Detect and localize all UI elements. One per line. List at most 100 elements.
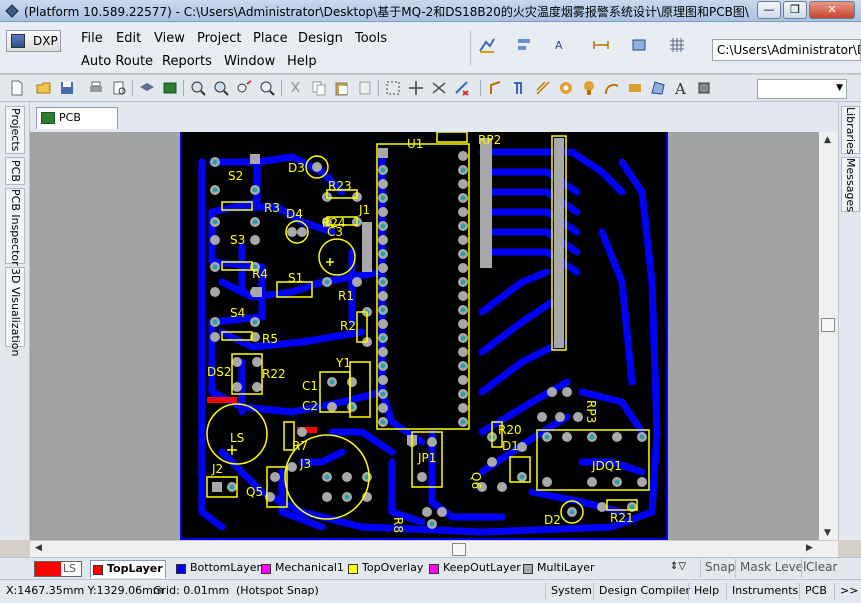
tab-messages[interactable]: Messages (841, 157, 860, 212)
horizontal-scrollbar[interactable]: ◀ ▶ (30, 540, 838, 557)
move-icon[interactable] (407, 79, 425, 97)
scroll-left-icon[interactable]: ◀ (35, 543, 42, 553)
rubber-stamp-icon[interactable] (356, 79, 374, 97)
fill-icon[interactable] (626, 79, 644, 97)
scroll-up-icon[interactable]: ▲ (824, 135, 831, 145)
label-j3: J3 (299, 457, 311, 471)
menu-design[interactable]: Design (298, 31, 343, 46)
label-d1: D1 (502, 439, 519, 453)
dimension-icon[interactable] (592, 36, 610, 54)
help-button[interactable]: Help (688, 583, 724, 600)
place-via-icon[interactable] (580, 79, 598, 97)
layer-tab-label: BottomLayer (190, 561, 262, 574)
board-icon[interactable] (161, 79, 179, 97)
menu-help[interactable]: Help (287, 54, 317, 69)
menu-view[interactable]: View (154, 31, 185, 46)
tab-pcb-inspector[interactable]: PCB Inspector (5, 188, 25, 266)
zoom-filtered-icon[interactable] (258, 79, 276, 97)
select-filter-icon[interactable] (478, 36, 496, 54)
label-q6: Q6 (469, 472, 483, 489)
save-icon[interactable] (58, 79, 76, 97)
system-button[interactable]: System (545, 583, 597, 600)
select-area-icon[interactable] (384, 79, 402, 97)
text-tool-icon[interactable]: A (552, 36, 570, 54)
hotspot-snap-status: (Hotspot Snap) (236, 584, 319, 597)
layers-icon[interactable] (138, 79, 156, 97)
paste-icon[interactable] (333, 79, 351, 97)
toolbar-combo[interactable]: ▼ (757, 79, 847, 99)
label-d3: D3 (288, 161, 305, 175)
minimize-button[interactable]: — (757, 1, 781, 19)
print-icon[interactable] (87, 79, 105, 97)
string-icon[interactable]: A (672, 79, 690, 97)
horizontal-scroll-thumb[interactable] (452, 543, 466, 556)
clear-button[interactable]: Clear (801, 559, 841, 578)
room-icon[interactable] (630, 36, 648, 54)
deselect-icon[interactable] (430, 79, 448, 97)
layer-tab-label: Mechanical1 (275, 561, 344, 574)
scroll-down-icon[interactable]: ▼ (824, 528, 831, 538)
label-q5: Q5 (246, 485, 263, 499)
arc-icon[interactable] (603, 79, 621, 97)
menu-file[interactable]: File (81, 31, 103, 46)
copy-icon[interactable] (310, 79, 328, 97)
diff-pair-route-icon[interactable] (511, 79, 529, 97)
label-d4: D4 (286, 207, 303, 221)
menu-auto-route[interactable]: Auto Route (81, 54, 153, 69)
menu-tools[interactable]: Tools (355, 31, 387, 46)
layer-tab-mechanical1[interactable]: Mechanical1 (259, 560, 344, 578)
zoom-selected-icon[interactable] (235, 79, 253, 97)
print-preview-icon[interactable] (110, 79, 128, 97)
document-path-field[interactable]: C:\Users\Administrator\D (712, 39, 861, 61)
grid-icon[interactable] (668, 36, 686, 54)
align-icon[interactable] (515, 36, 533, 54)
dxp-button[interactable]: DXP (6, 30, 61, 52)
layer-tab-multilayer[interactable]: MultiLayer (521, 560, 595, 578)
cut-icon[interactable] (287, 79, 305, 97)
menu-place[interactable]: Place (253, 31, 288, 46)
instruments-button[interactable]: Instruments (726, 583, 803, 600)
more-panels-button[interactable]: >> (834, 583, 861, 600)
design-compiler-button[interactable]: Design Compiler (593, 583, 695, 600)
menu-edit[interactable]: Edit (116, 31, 141, 46)
close-button[interactable]: ✕ (809, 1, 855, 19)
open-folder-icon[interactable] (35, 79, 53, 97)
place-pad-icon[interactable] (557, 79, 575, 97)
layer-tab-toplayer[interactable]: TopLayer (90, 560, 166, 578)
layer-tab-bottomlayer[interactable]: BottomLayer (174, 560, 262, 578)
layer-tab-keepoutlayer[interactable]: KeepOutLayer (427, 560, 521, 578)
vertical-scrollbar[interactable]: ▲ ▼ (819, 132, 838, 540)
multi-route-icon[interactable] (534, 79, 552, 97)
tab-pcb[interactable]: PCB (5, 157, 25, 185)
vertical-scroll-thumb[interactable] (821, 318, 835, 332)
current-layer-indicator[interactable]: LS (34, 561, 82, 577)
pcb-canvas[interactable]: S2 R3 S3 R4 S1 S4 R5 D3 D4 R23 R24 C3 R1… (30, 132, 838, 540)
label-rp2: RP2 (478, 133, 501, 147)
toolbar-separator (470, 30, 471, 66)
tab-3d-visualization[interactable]: 3D Visualization (5, 267, 25, 356)
layer-tab-topoverlay[interactable]: TopOverlay (346, 560, 424, 578)
snap-button[interactable]: Snap (700, 559, 739, 578)
zoom-fit-icon[interactable] (189, 79, 207, 97)
menu-project[interactable]: Project (197, 31, 241, 46)
dxp-label: DXP (33, 34, 58, 48)
clear-filter-icon[interactable] (453, 79, 471, 97)
zoom-area-icon[interactable] (212, 79, 230, 97)
interactive-route-icon[interactable] (488, 79, 506, 97)
mask-level-button[interactable]: Mask Level (735, 559, 810, 578)
layer-filter-icon[interactable]: ⇕▽ (670, 561, 686, 572)
menu-reports[interactable]: Reports (162, 54, 212, 69)
new-file-icon[interactable] (8, 79, 26, 97)
component-icon[interactable] (695, 79, 713, 97)
label-r2: R2 (340, 319, 356, 333)
pcb-panel-button[interactable]: PCB (799, 583, 832, 600)
restore-button[interactable]: ❐ (783, 1, 807, 19)
pcb-board[interactable]: S2 R3 S3 R4 S1 S4 R5 D3 D4 R23 R24 C3 R1… (180, 132, 668, 540)
document-tab[interactable]: PCB图.PCB (36, 107, 118, 144)
label-c3: C3 (327, 225, 343, 239)
scroll-right-icon[interactable]: ▶ (806, 543, 813, 553)
tab-libraries[interactable]: Libraries (841, 106, 860, 155)
menu-window[interactable]: Window (224, 54, 275, 69)
polygon-pour-icon[interactable] (649, 79, 667, 97)
tab-projects[interactable]: Projects (5, 106, 25, 154)
